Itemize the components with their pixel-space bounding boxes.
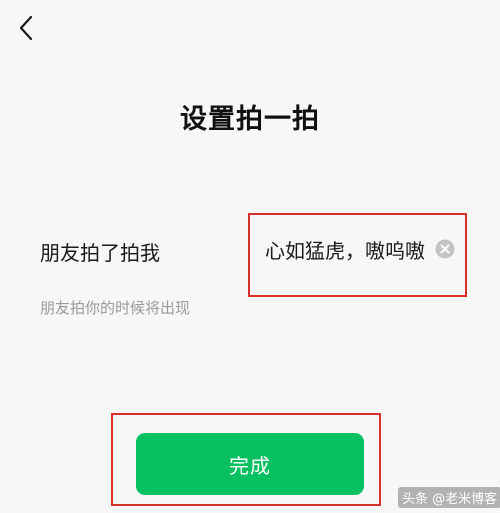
watermark: 头条 @老米博客: [398, 487, 500, 508]
page-title: 设置拍一拍: [180, 104, 320, 135]
back-button[interactable]: [8, 10, 44, 46]
pat-suffix-input[interactable]: [265, 237, 425, 261]
pat-label: 朋友拍了拍我: [40, 241, 160, 265]
clear-input-button[interactable]: [435, 239, 455, 259]
done-button[interactable]: 完成: [136, 433, 364, 495]
clear-circle-icon: [435, 239, 455, 259]
chevron-left-icon: [19, 15, 33, 41]
hint-text: 朋友拍你的时候将出现: [40, 299, 191, 317]
